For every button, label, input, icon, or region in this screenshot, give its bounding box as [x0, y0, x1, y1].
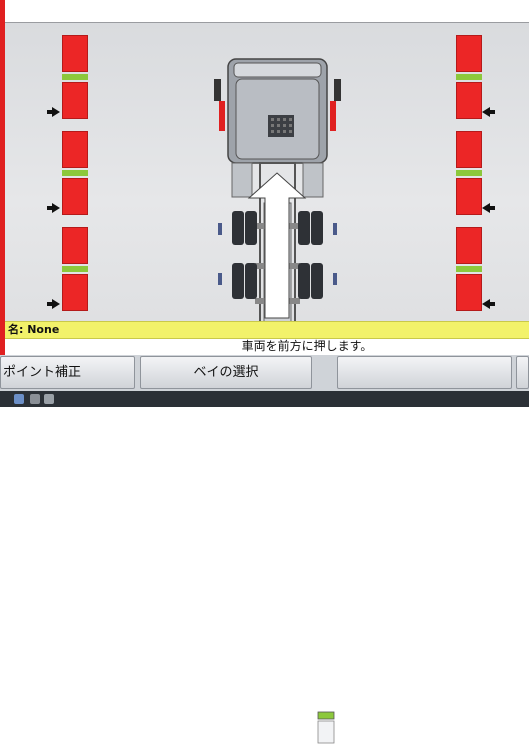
folder-icon[interactable]: [30, 394, 40, 404]
truck-top-view-icon: [214, 58, 341, 329]
mini-sensor-icon: [317, 711, 335, 744]
sensor-head: [456, 35, 482, 72]
level-indicator: [62, 170, 88, 176]
sensor-rear-right: [456, 227, 482, 311]
sensor-head: [456, 82, 482, 119]
arrow-right-icon: [47, 203, 60, 213]
sensor-head: [62, 274, 88, 311]
arrow-right-icon: [47, 299, 60, 309]
sensor-front-left: [62, 35, 88, 119]
sensor-front-right: [456, 35, 482, 119]
sensor-head: [62, 131, 88, 168]
arrow-right-icon: [47, 107, 60, 117]
arrow-left-icon: [482, 299, 495, 309]
sensor-head: [456, 274, 482, 311]
level-indicator: [456, 74, 482, 80]
level-indicator: [62, 74, 88, 80]
instruction-message: 車両を前方に押します。: [241, 339, 373, 353]
bay-select-button[interactable]: ベイの選択: [140, 356, 312, 389]
sensor-head: [456, 131, 482, 168]
app-icon[interactable]: [44, 394, 54, 404]
level-indicator: [456, 170, 482, 176]
button-row: ポイント補正 ベイの選択: [0, 355, 529, 744]
alignment-view: [5, 22, 529, 329]
empty-function-button[interactable]: [337, 356, 512, 389]
sensor-head: [456, 227, 482, 264]
taskbar: [0, 391, 529, 407]
start-icon[interactable]: [14, 394, 24, 404]
level-indicator: [62, 266, 88, 272]
arrow-left-icon: [482, 107, 495, 117]
level-indicator: [456, 266, 482, 272]
top-strip: [5, 0, 529, 22]
next-function-button[interactable]: [516, 356, 529, 389]
sensor-rear-left: [62, 227, 88, 311]
vehicle-name-bar: 名: None: [5, 321, 529, 339]
sensor-head: [62, 82, 88, 119]
arrow-left-icon: [482, 203, 495, 213]
sensor-head: [456, 178, 482, 215]
point-correction-button[interactable]: ポイント補正: [0, 356, 135, 389]
sensor-middle-right: [456, 131, 482, 215]
sensor-middle-left: [62, 131, 88, 215]
sensor-head: [62, 35, 88, 72]
sensor-head: [62, 227, 88, 264]
sensor-head: [62, 178, 88, 215]
